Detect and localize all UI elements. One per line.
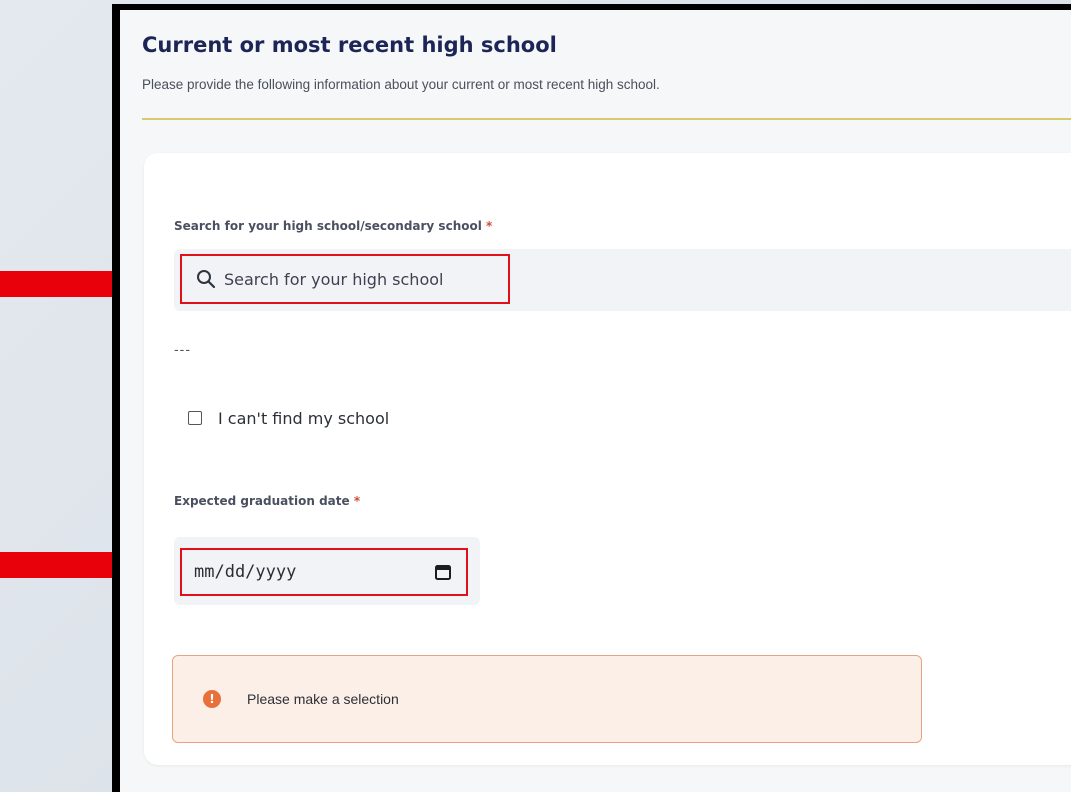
selection-error-alert: ! Please make a selection xyxy=(172,655,922,743)
date-placeholder: mm/dd/yyyy xyxy=(194,562,297,582)
section-title: Current or most recent high school xyxy=(142,33,557,57)
graduation-date-label-text: Expected graduation date xyxy=(174,494,350,508)
cant-find-school-label: I can't find my school xyxy=(218,408,390,428)
section-divider xyxy=(142,118,1071,120)
graduation-date-label: Expected graduation date * xyxy=(174,494,360,508)
section-subtitle: Please provide the following information… xyxy=(142,77,660,92)
alert-message: Please make a selection xyxy=(247,691,399,707)
separator-text: --- xyxy=(174,341,191,357)
search-label: Search for your high school/secondary sc… xyxy=(174,219,492,233)
cant-find-school-option[interactable]: I can't find my school xyxy=(188,403,389,433)
school-search-input[interactable]: Search for your high school xyxy=(180,254,510,304)
search-label-text: Search for your high school/secondary sc… xyxy=(174,219,482,233)
search-placeholder: Search for your high school xyxy=(224,269,444,289)
cant-find-school-checkbox[interactable] xyxy=(188,411,202,425)
required-marker: * xyxy=(486,219,493,233)
graduation-date-input[interactable]: mm/dd/yyyy xyxy=(180,548,468,596)
form-panel: Current or most recent high school Pleas… xyxy=(120,10,1071,792)
search-icon xyxy=(196,269,216,289)
calendar-icon[interactable] xyxy=(434,563,452,581)
alert-icon: ! xyxy=(203,690,221,708)
high-school-card: Search for your high school/secondary sc… xyxy=(144,153,1071,765)
required-marker: * xyxy=(353,494,361,508)
